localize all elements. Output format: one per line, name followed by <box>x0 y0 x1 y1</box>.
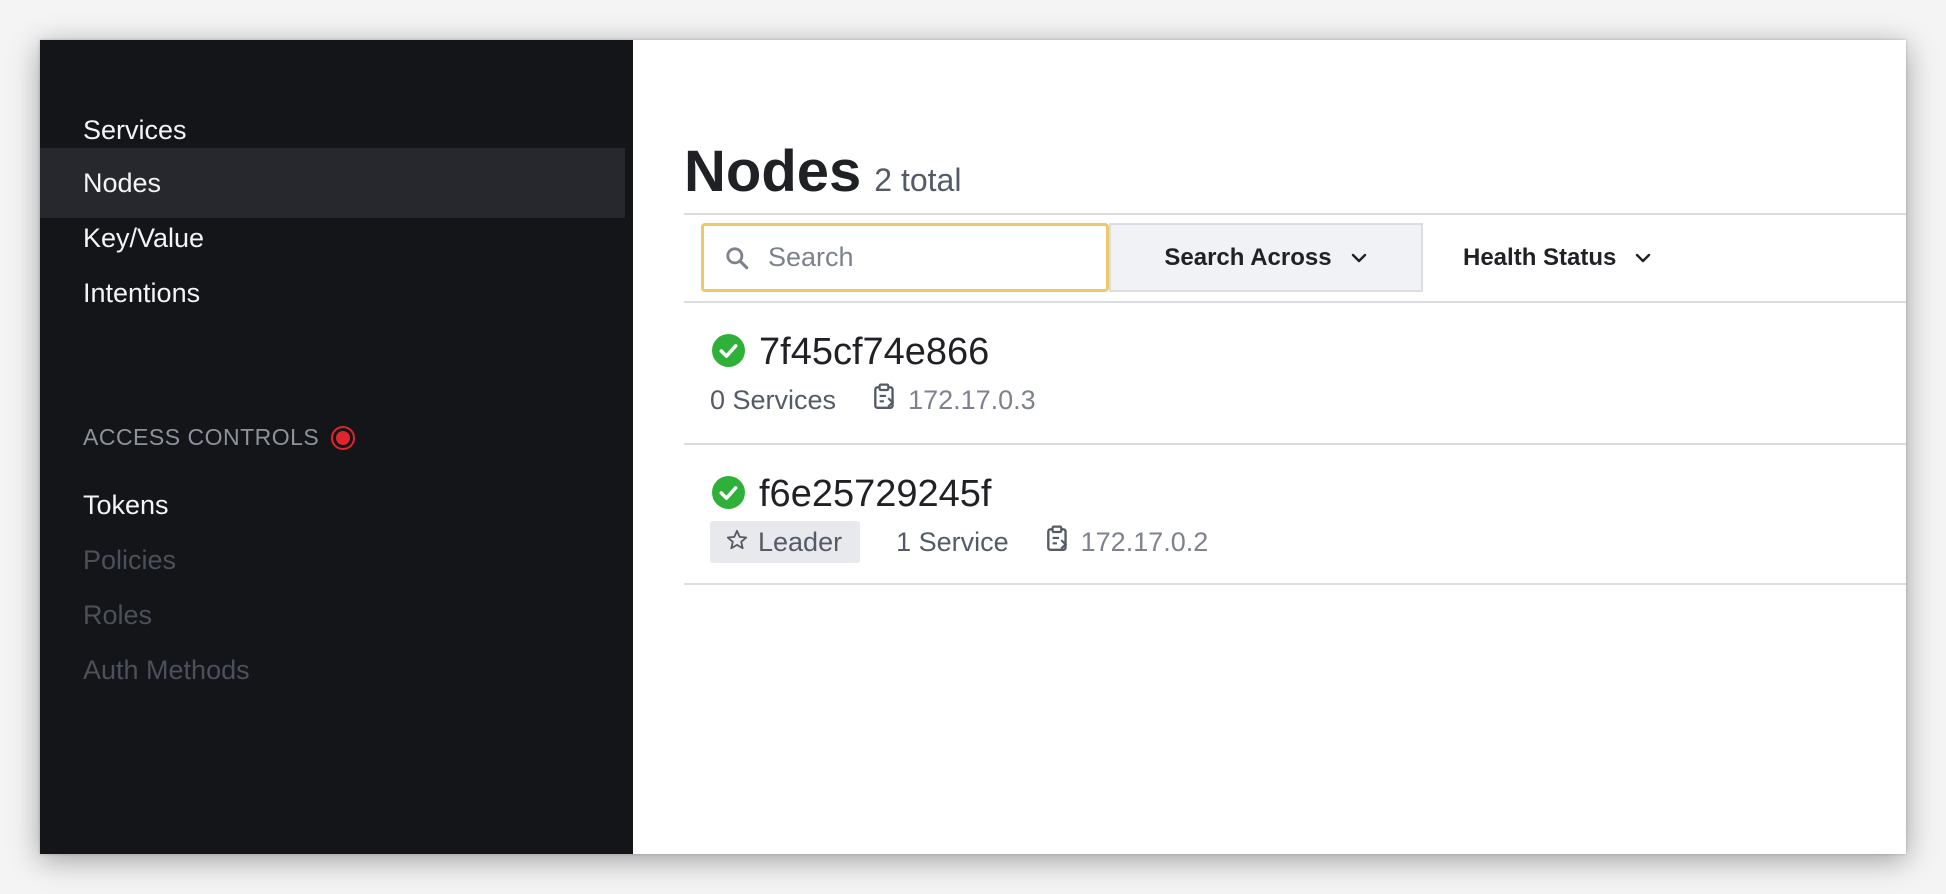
node-header: f6e25729245f <box>712 473 991 516</box>
sidebar: Services Nodes Key/Value Intentions ACCE… <box>40 40 633 854</box>
star-icon <box>726 527 748 558</box>
health-status-label: Health Status <box>1463 243 1617 271</box>
node-address: 172.17.0.3 <box>872 383 1036 418</box>
clipboard-icon <box>1045 525 1071 560</box>
clipboard-icon <box>872 383 898 418</box>
leader-label: Leader <box>758 526 843 557</box>
passing-check-icon <box>712 475 745 514</box>
node-ip: 172.17.0.2 <box>1080 526 1209 557</box>
service-count: 1 Service <box>896 526 1009 557</box>
node-list-item[interactable]: 7f45cf74e866 0 Services 172.17.0.3 <box>684 303 1906 443</box>
service-count: 0 Services <box>710 385 837 415</box>
node-count: 2 total <box>874 162 962 198</box>
page-header: Nodes 2 total <box>684 138 961 205</box>
node-ip: 172.17.0.3 <box>908 385 1036 415</box>
leader-badge: Leader <box>710 521 861 563</box>
node-name: f6e25729245f <box>759 473 992 515</box>
node-name: 7f45cf74e866 <box>759 331 990 373</box>
search-icon <box>724 245 750 271</box>
chevron-down-icon <box>1350 252 1368 264</box>
node-list-item[interactable]: f6e25729245f Leader 1 Service 172.17.0.2 <box>684 445 1906 585</box>
app-window: Services Nodes Key/Value Intentions ACCE… <box>40 40 1906 854</box>
chevron-down-icon <box>1634 252 1652 264</box>
divider <box>684 583 1906 585</box>
access-controls-label: ACCESS CONTROLS <box>83 424 320 450</box>
node-address: 172.17.0.2 <box>1045 525 1209 560</box>
search-field[interactable] <box>701 223 1109 292</box>
divider <box>684 213 1906 215</box>
health-status-dropdown[interactable]: Health Status <box>1463 223 1652 292</box>
sidebar-item-auth-methods: Auth Methods <box>83 654 250 685</box>
sidebar-item-intentions[interactable]: Intentions <box>40 258 625 328</box>
passing-check-icon <box>712 333 745 372</box>
alert-record-icon <box>331 425 356 450</box>
node-header: 7f45cf74e866 <box>712 331 989 374</box>
search-across-label: Search Across <box>1164 243 1332 271</box>
node-meta: Leader 1 Service 172.17.0.2 <box>710 521 1208 563</box>
main-content: Nodes 2 total Search Across Health Statu… <box>633 40 1906 854</box>
page-title: Nodes <box>684 139 862 204</box>
access-controls-heading: ACCESS CONTROLS <box>83 424 356 451</box>
search-across-dropdown[interactable]: Search Across <box>1109 223 1423 292</box>
search-input[interactable] <box>768 242 1068 273</box>
node-meta: 0 Services 172.17.0.3 <box>710 383 1036 418</box>
